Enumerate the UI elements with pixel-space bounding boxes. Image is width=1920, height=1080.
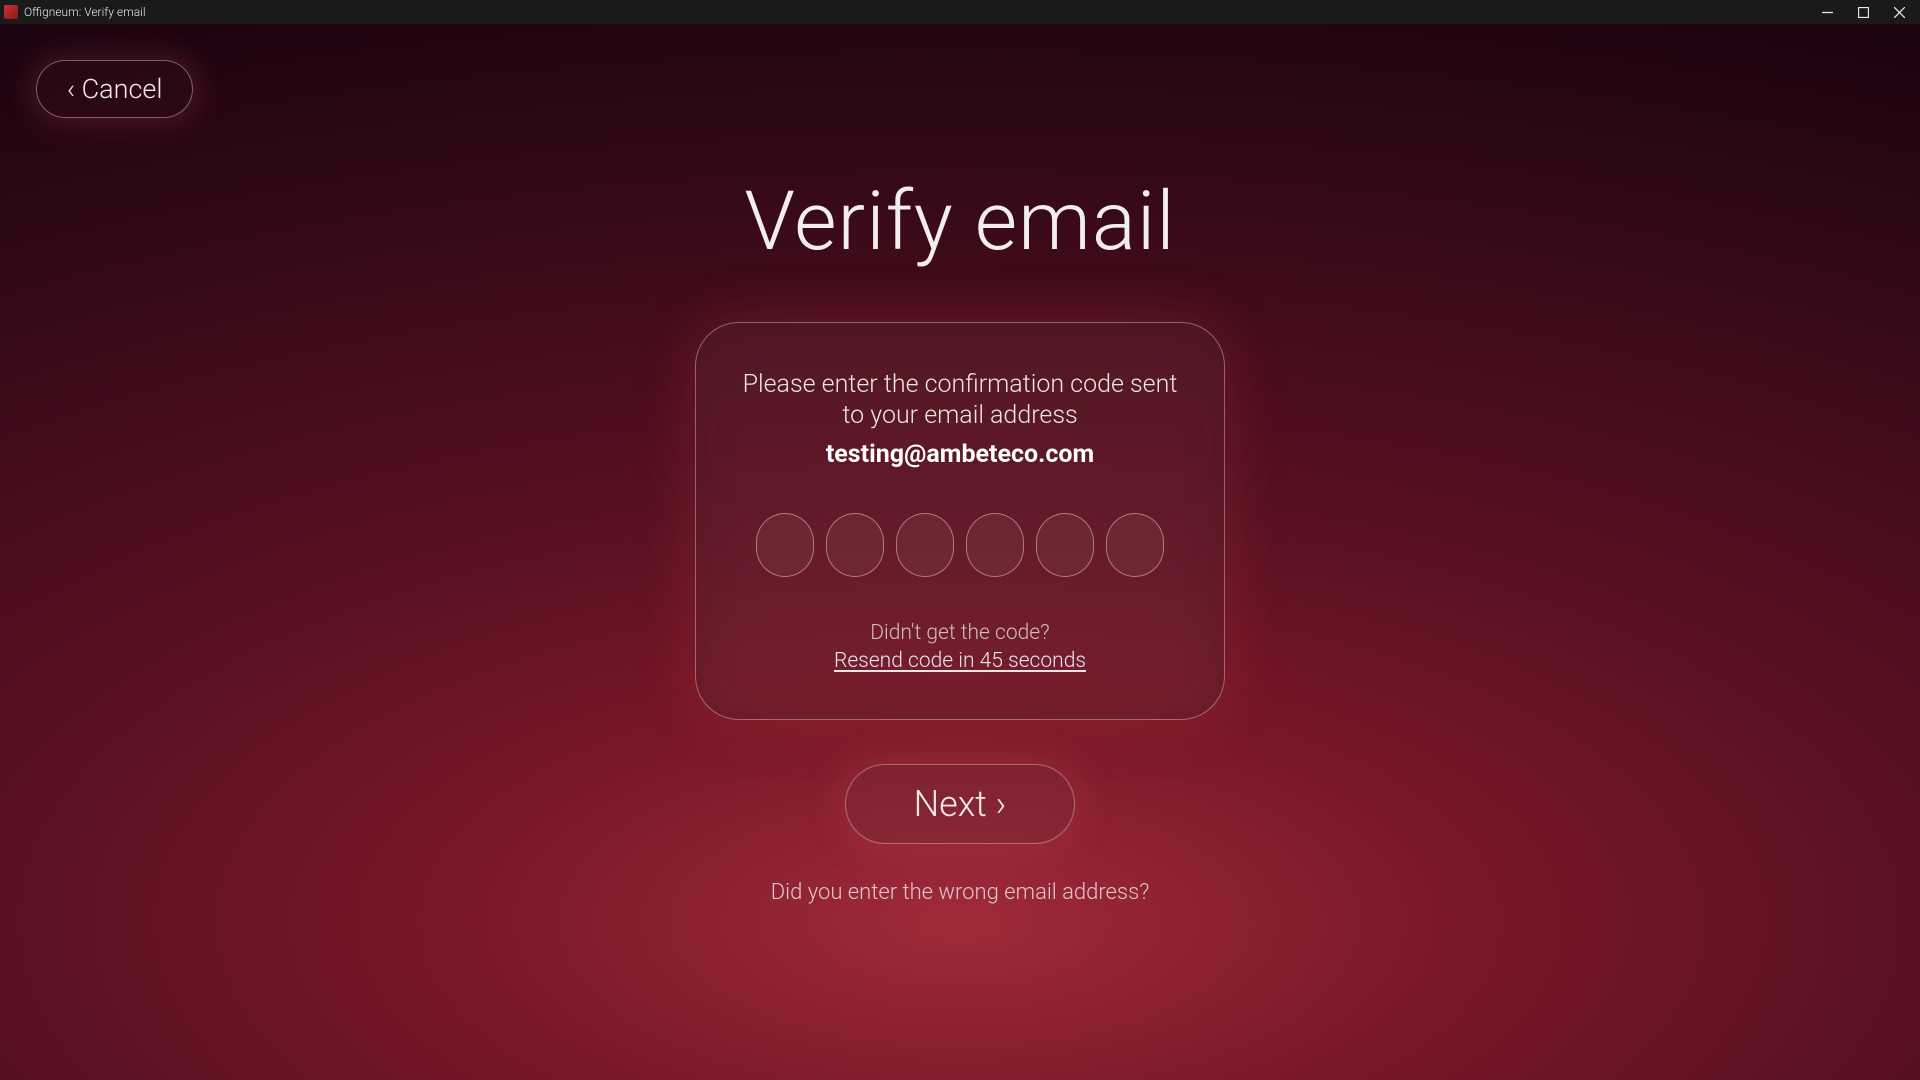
verify-card: Please enter the confirmation code sent … — [695, 322, 1225, 720]
window-title: Offigneum: Verify email — [24, 5, 1818, 19]
app-icon — [4, 5, 18, 19]
resend-link[interactable]: Resend code in 45 seconds — [834, 649, 1086, 673]
code-inputs — [756, 513, 1164, 577]
card-prompt: Please enter the confirmation code sent … — [740, 369, 1180, 432]
maximize-button[interactable] — [1854, 3, 1872, 21]
code-digit-1[interactable] — [756, 513, 814, 577]
close-button[interactable] — [1890, 3, 1908, 21]
cancel-button[interactable]: ‹ Cancel — [36, 60, 193, 118]
code-digit-2[interactable] — [826, 513, 884, 577]
main-area: ‹ Cancel Verify email Please enter the c… — [0, 24, 1920, 1080]
card-email: testing@ambeteco.com — [826, 440, 1094, 469]
resend-block: Didn't get the code? Resend code in 45 s… — [834, 621, 1086, 673]
next-button[interactable]: Next › — [845, 764, 1076, 844]
titlebar: Offigneum: Verify email — [0, 0, 1920, 24]
wrong-email-link[interactable]: Did you enter the wrong email address? — [771, 880, 1149, 905]
page-title: Verify email — [744, 174, 1175, 270]
window-controls — [1818, 3, 1916, 21]
code-digit-4[interactable] — [966, 513, 1024, 577]
resend-question: Didn't get the code? — [834, 621, 1086, 645]
code-digit-5[interactable] — [1036, 513, 1094, 577]
minimize-button[interactable] — [1818, 3, 1836, 21]
code-digit-3[interactable] — [896, 513, 954, 577]
code-digit-6[interactable] — [1106, 513, 1164, 577]
